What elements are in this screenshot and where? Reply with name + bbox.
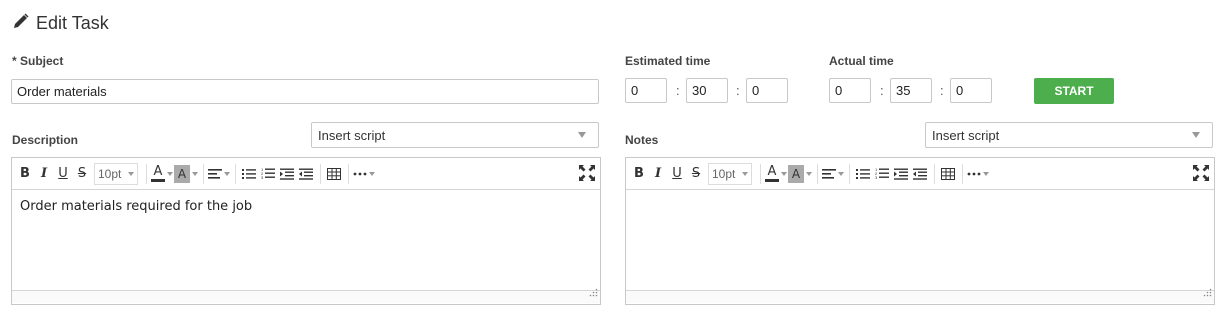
chevron-down-icon bbox=[1192, 132, 1200, 138]
select-value: Insert script bbox=[932, 127, 1000, 143]
align-icon[interactable] bbox=[208, 163, 230, 185]
svg-text:3: 3 bbox=[875, 175, 878, 180]
chevron-down-icon bbox=[128, 171, 134, 176]
font-size-select[interactable]: 10pt bbox=[708, 162, 752, 185]
chevron-down-icon bbox=[742, 171, 748, 176]
select-value: Insert script bbox=[318, 127, 386, 143]
time-separator: : bbox=[676, 83, 680, 98]
actual-hours-input[interactable] bbox=[829, 78, 871, 103]
estimated-hours-input[interactable] bbox=[625, 78, 667, 103]
notes-insert-script-select[interactable]: Insert script bbox=[925, 122, 1213, 148]
divider bbox=[934, 163, 935, 184]
fullscreen-icon[interactable] bbox=[1192, 164, 1210, 187]
bullet-list-icon[interactable] bbox=[854, 163, 872, 185]
italic-icon[interactable]: I bbox=[649, 163, 667, 185]
subject-input[interactable] bbox=[11, 79, 599, 104]
divider bbox=[760, 163, 761, 184]
font-size-value: 10pt bbox=[98, 166, 122, 181]
background-color-icon[interactable]: A bbox=[174, 163, 198, 185]
subject-label: * Subject bbox=[12, 54, 64, 68]
editor-toolbar: B I U S 10pt A A 123 bbox=[12, 158, 600, 190]
font-color-icon[interactable]: A bbox=[765, 163, 787, 185]
divider bbox=[320, 163, 321, 184]
divider bbox=[817, 163, 818, 184]
time-separator: : bbox=[940, 83, 944, 98]
page-header: Edit Task bbox=[12, 10, 109, 36]
more-icon[interactable] bbox=[353, 163, 375, 185]
bullet-list-icon[interactable] bbox=[240, 163, 258, 185]
svg-text:3: 3 bbox=[261, 175, 264, 180]
description-label: Description bbox=[12, 133, 79, 147]
time-separator: : bbox=[880, 83, 884, 98]
description-content[interactable]: Order materials required for the job bbox=[12, 190, 600, 290]
page-title: Edit Task bbox=[36, 12, 109, 33]
notes-editor[interactable]: B I U S 10pt A A 123 bbox=[625, 157, 1215, 305]
underline-icon[interactable]: U bbox=[668, 163, 686, 185]
description-editor[interactable]: B I U S 10pt A A 123 Order materials req… bbox=[11, 157, 601, 305]
font-size-select[interactable]: 10pt bbox=[94, 162, 138, 185]
more-icon[interactable] bbox=[967, 163, 989, 185]
strikethrough-icon[interactable]: S bbox=[73, 163, 91, 185]
strikethrough-icon[interactable]: S bbox=[687, 163, 705, 185]
font-size-value: 10pt bbox=[712, 166, 736, 181]
table-icon[interactable] bbox=[325, 163, 343, 185]
background-color-icon[interactable]: A bbox=[788, 163, 812, 185]
editor-statusbar bbox=[12, 288, 600, 303]
numbered-list-icon[interactable]: 123 bbox=[259, 163, 277, 185]
fullscreen-icon[interactable] bbox=[578, 164, 596, 187]
divider bbox=[849, 163, 850, 184]
estimated-minutes-input[interactable] bbox=[686, 78, 728, 103]
outdent-icon[interactable] bbox=[297, 163, 315, 185]
bold-icon[interactable]: B bbox=[630, 163, 648, 185]
notes-content[interactable] bbox=[626, 190, 1214, 290]
numbered-list-icon[interactable]: 123 bbox=[873, 163, 891, 185]
editor-statusbar bbox=[626, 288, 1214, 303]
notes-label: Notes bbox=[625, 133, 659, 147]
italic-icon[interactable]: I bbox=[35, 163, 53, 185]
pencil-icon bbox=[12, 12, 30, 35]
chevron-down-icon bbox=[578, 132, 586, 138]
indent-icon[interactable] bbox=[892, 163, 910, 185]
time-separator: : bbox=[736, 83, 740, 98]
resize-handle-icon[interactable] bbox=[589, 284, 598, 302]
editor-toolbar: B I U S 10pt A A 123 bbox=[626, 158, 1214, 190]
indent-icon[interactable] bbox=[278, 163, 296, 185]
actual-seconds-input[interactable] bbox=[950, 78, 992, 103]
table-icon[interactable] bbox=[939, 163, 957, 185]
estimated-seconds-input[interactable] bbox=[746, 78, 788, 103]
resize-handle-icon[interactable] bbox=[1203, 284, 1212, 302]
actual-minutes-input[interactable] bbox=[890, 78, 932, 103]
actual-time-label: Actual time bbox=[829, 54, 894, 68]
outdent-icon[interactable] bbox=[911, 163, 929, 185]
divider bbox=[348, 163, 349, 184]
divider bbox=[146, 163, 147, 184]
font-color-icon[interactable]: A bbox=[151, 163, 173, 185]
divider bbox=[235, 163, 236, 184]
divider bbox=[203, 163, 204, 184]
underline-icon[interactable]: U bbox=[54, 163, 72, 185]
start-button[interactable]: START bbox=[1034, 78, 1114, 104]
divider bbox=[962, 163, 963, 184]
align-icon[interactable] bbox=[822, 163, 844, 185]
estimated-time-label: Estimated time bbox=[625, 54, 711, 68]
description-insert-script-select[interactable]: Insert script bbox=[311, 122, 599, 148]
bold-icon[interactable]: B bbox=[16, 163, 34, 185]
